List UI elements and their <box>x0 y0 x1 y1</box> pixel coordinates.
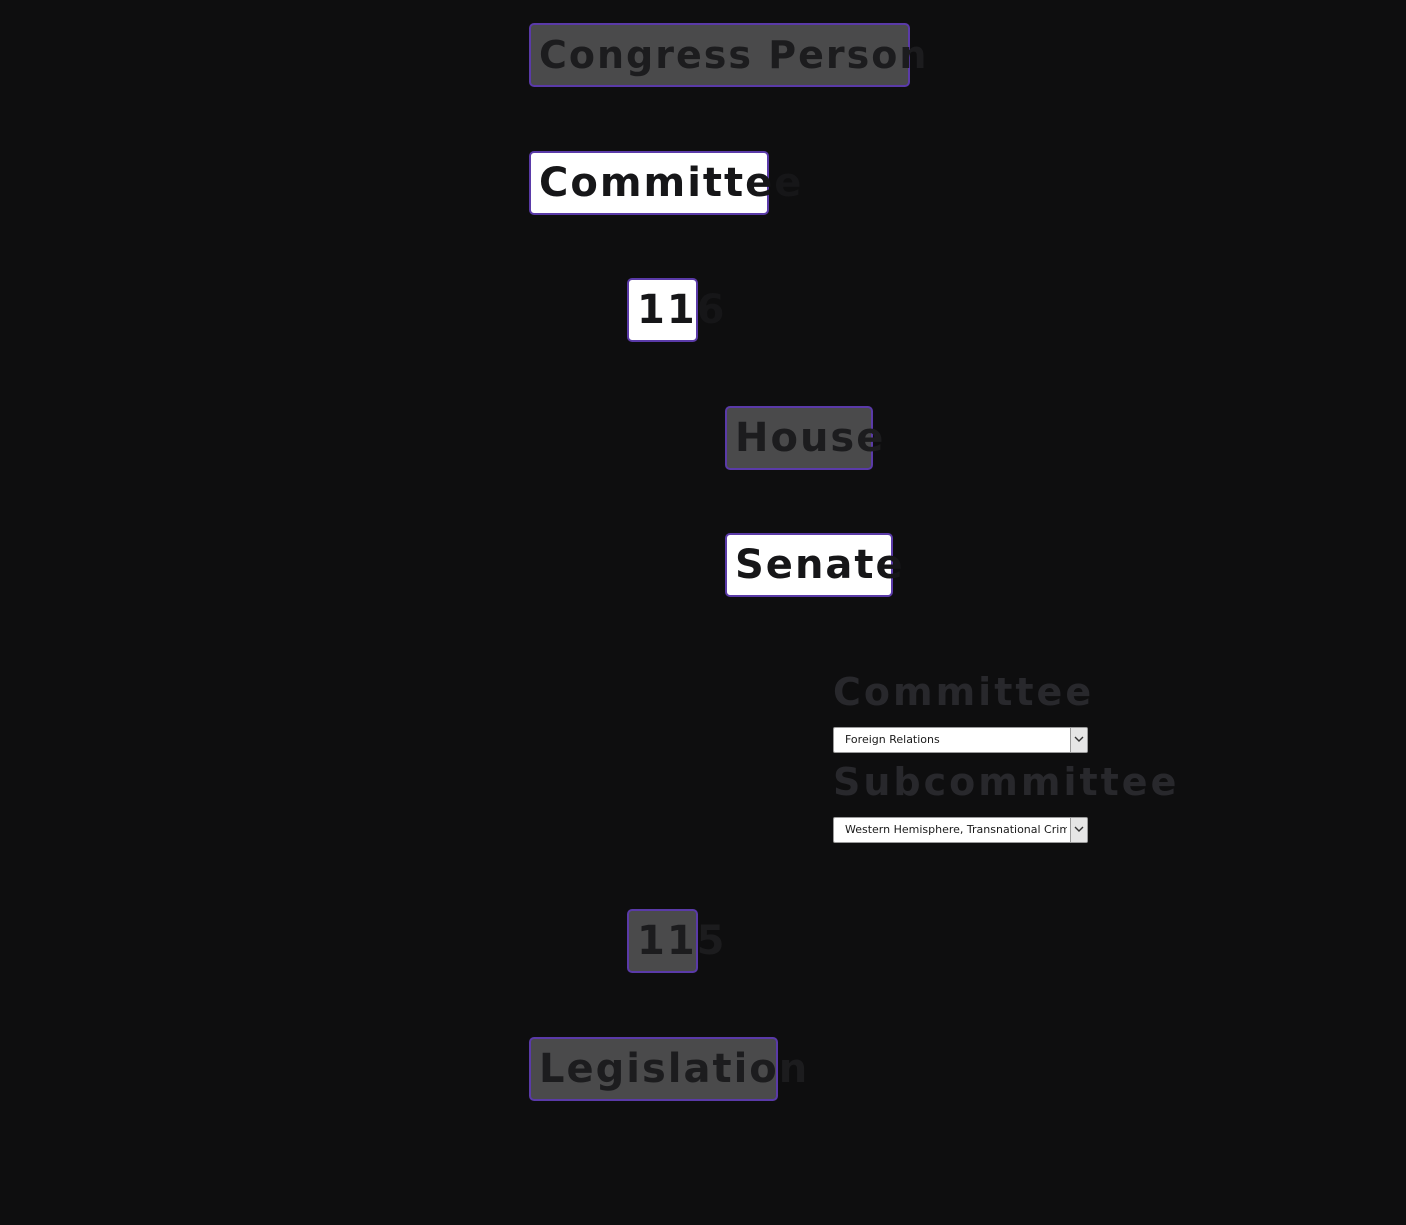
legislation-button[interactable]: Legislation <box>529 1037 807 1101</box>
house-button[interactable]: House <box>725 406 883 470</box>
senate-button[interactable]: Senate <box>725 533 903 597</box>
congress-116-button[interactable]: 116 <box>627 278 725 342</box>
subcommittee-select-label: Subcommittee <box>833 760 1180 804</box>
congress-person-button[interactable]: Congress Person <box>529 23 926 87</box>
chevron-down-icon[interactable] <box>1070 728 1087 752</box>
congress-115-button[interactable]: 115 <box>627 909 725 973</box>
committee-button[interactable]: Committee <box>529 151 801 215</box>
subcommittee-select-value: Western Hemisphere, Transnational Crime <box>845 823 1067 836</box>
subcommittee-select[interactable]: Western Hemisphere, Transnational Crime <box>833 817 1088 843</box>
committee-select-value: Foreign Relations <box>845 733 940 746</box>
committee-select-label: Committee <box>833 670 1095 714</box>
committee-select[interactable]: Foreign Relations <box>833 727 1088 753</box>
chevron-down-icon[interactable] <box>1070 818 1087 842</box>
